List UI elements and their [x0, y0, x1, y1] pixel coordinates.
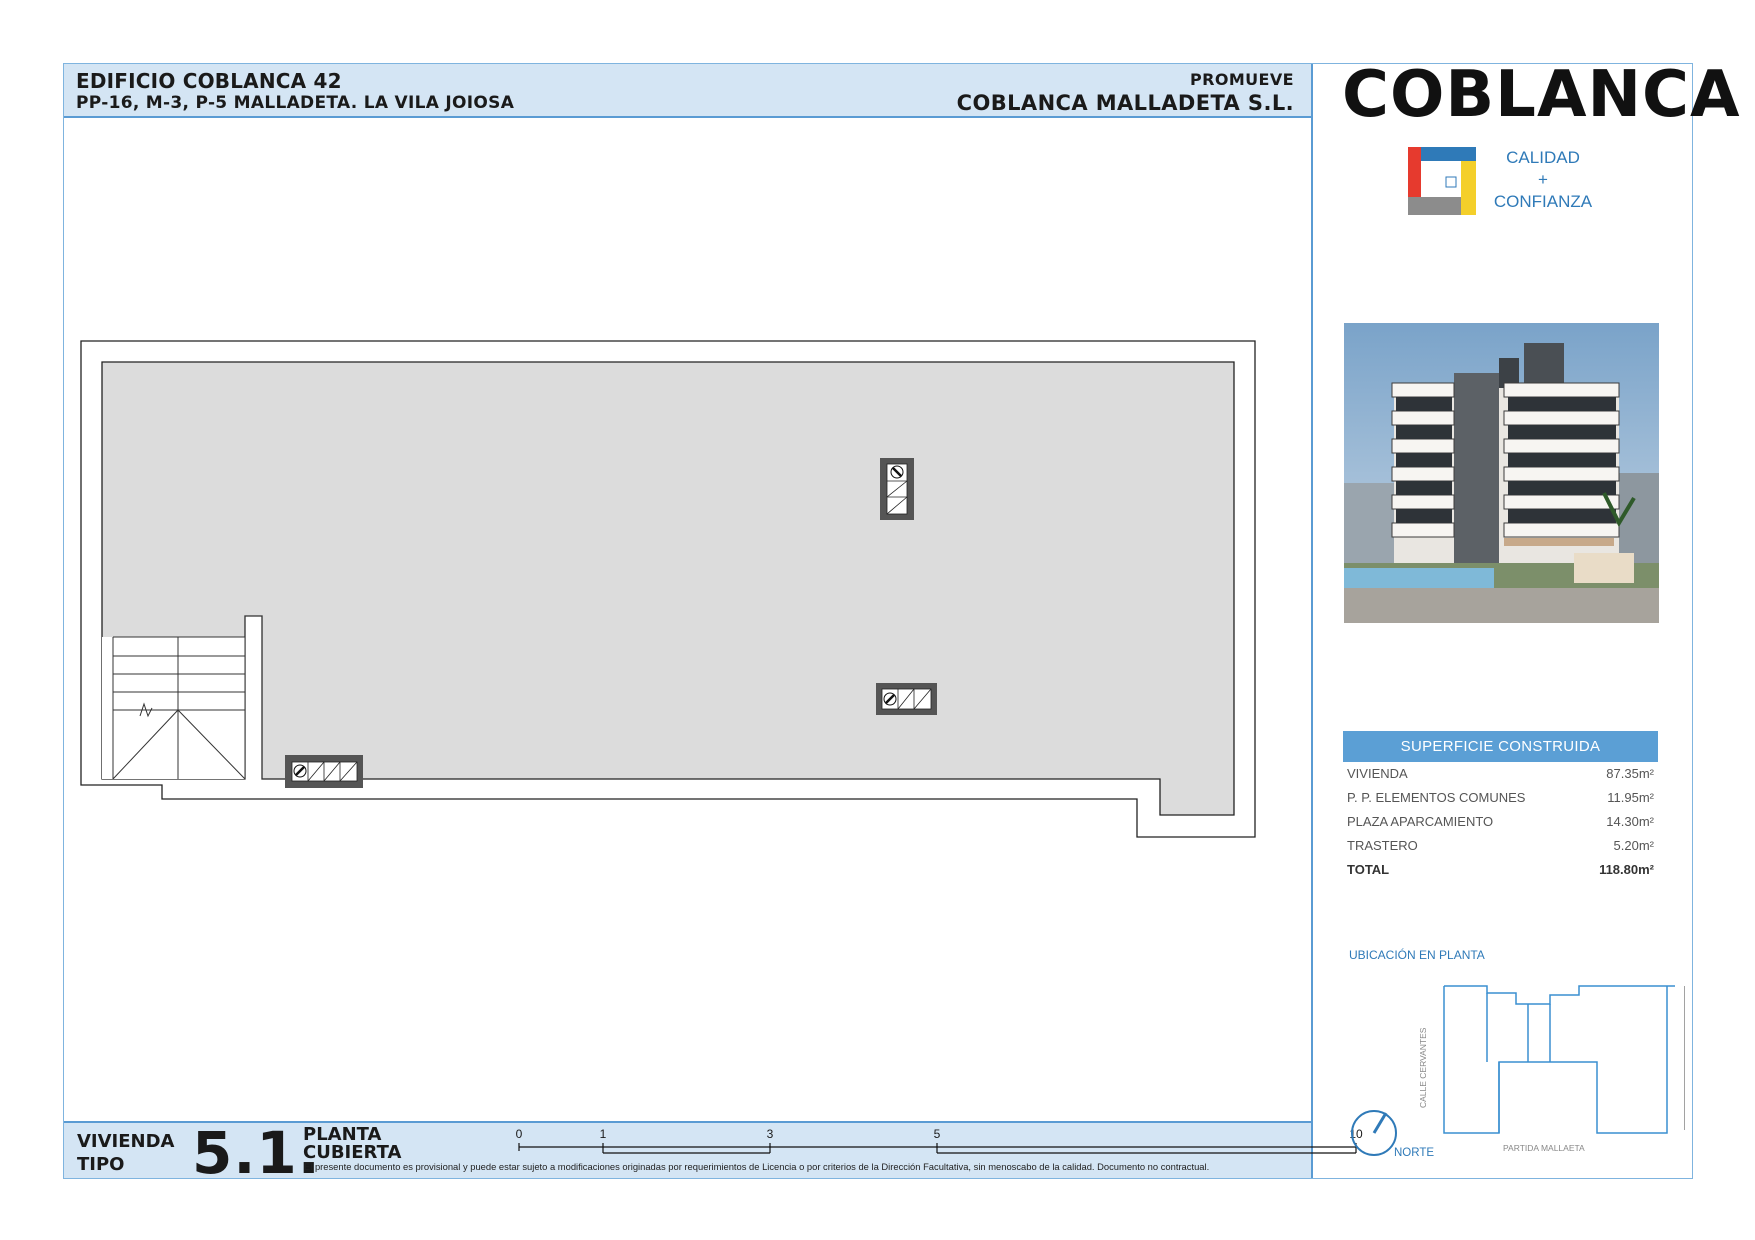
brand-wordmark: COBLANCA [1342, 58, 1741, 132]
area-row-value: 87.35m² [1606, 766, 1654, 781]
area-total-row: TOTAL 118.80m² [1343, 858, 1658, 882]
street-label-cervantes: CALLE CERVANTES [1418, 1027, 1428, 1108]
vent-shaft-vertical [880, 458, 914, 520]
scale-bar: 0 1 3 5 10 [453, 1127, 1363, 1157]
vent-shaft-horizontal-left [285, 755, 363, 788]
area-row: TRASTERO 5.20m² [1343, 834, 1658, 858]
area-row: P. P. ELEMENTOS COMUNES 11.95m² [1343, 786, 1658, 810]
disclaimer-text: El presente documento es provisional y p… [304, 1161, 1210, 1172]
vent-shaft-horizontal-center [876, 683, 937, 715]
brand-tagline: CALIDAD + CONFIANZA [1478, 147, 1608, 213]
area-row-value: 11.95m² [1607, 790, 1654, 805]
area-row-label: PLAZA APARCAMIENTO [1347, 814, 1494, 829]
area-row-label: VIVIENDA [1347, 766, 1408, 781]
north-arrow-icon [1372, 1112, 1388, 1134]
building-render-image [1344, 323, 1659, 623]
area-total-value: 118.80m² [1599, 862, 1654, 877]
location-key-plan: CALLE CERVANTES PARTIDA MALLAETA NORTE [1351, 985, 1685, 1159]
brand-logo-icon [1408, 147, 1476, 215]
street-label-partida: PARTIDA MALLAETA [1503, 1143, 1585, 1153]
roof-slab [101, 361, 1235, 816]
unit-number: 5.1. [192, 1119, 321, 1187]
area-row-label: TRASTERO [1347, 838, 1418, 853]
area-total-label: TOTAL [1347, 862, 1390, 877]
location-title: UBICACIÓN EN PLANTA [1349, 948, 1485, 962]
tagline-line-3: CONFIANZA [1493, 192, 1593, 211]
scale-bar-graphic [518, 1143, 1357, 1154]
area-row: VIVIENDA 87.35m² [1343, 762, 1658, 786]
area-row-value: 14.30m² [1606, 814, 1654, 829]
staircase [102, 615, 263, 780]
north-label: NORTE [1394, 1147, 1434, 1159]
title-block-footer: VIVIENDA TIPO 5.1. PLANTA CUBIERTA 0 1 3… [64, 1119, 1363, 1187]
tagline-line-2: + [1538, 170, 1548, 189]
built-area-table: SUPERFICIE CONSTRUIDA VIVIENDA 87.35m² P… [1343, 731, 1658, 882]
unit-type-label: VIVIENDA TIPO [77, 1131, 175, 1175]
area-row-label: P. P. ELEMENTOS COMUNES [1347, 790, 1526, 805]
tagline-line-1: CALIDAD [1506, 148, 1580, 167]
area-row-value: 5.20m² [1613, 838, 1654, 853]
area-row: PLAZA APARCAMIENTO 14.30m² [1343, 810, 1658, 834]
roof-floor-plan [80, 340, 1256, 838]
panel-divider [1311, 64, 1313, 1178]
plan-label: PLANTA CUBIERTA [303, 1124, 402, 1163]
built-area-title: SUPERFICIE CONSTRUIDA [1343, 731, 1658, 762]
